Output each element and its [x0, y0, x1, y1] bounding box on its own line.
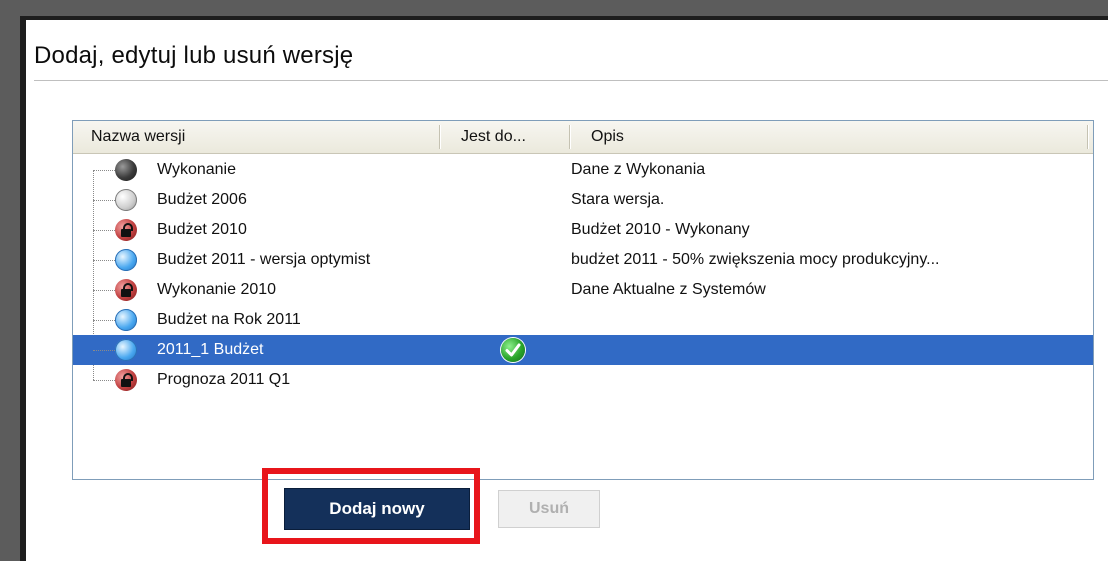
table-row[interactable]: Budżet 2010 Budżet 2010 - Wykonany — [73, 215, 1093, 245]
version-name: Budżet 2011 - wersja optymist — [157, 251, 371, 268]
table-row-selected[interactable]: 2011_1 Budżet — [73, 335, 1093, 365]
version-name: Wykonanie 2010 — [157, 281, 277, 298]
version-dialog-panel: Dodaj, edytuj lub usuń wersję Nazwa wers… — [20, 16, 1108, 561]
blue-ball-icon — [115, 309, 137, 331]
tree-branch — [93, 200, 115, 201]
locked-version-icon — [115, 219, 137, 241]
blue-ball-icon — [115, 249, 137, 271]
version-description: budżet 2011 - 50% zwiększenia mocy produ… — [571, 251, 940, 268]
table-row[interactable]: Wykonanie Dane z Wykonania — [73, 155, 1093, 185]
lock-icon — [121, 373, 133, 387]
lock-icon — [121, 223, 133, 237]
tree-branch — [93, 320, 115, 321]
version-name: Budżet 2006 — [157, 191, 247, 208]
screenshot-frame: Dodaj, edytuj lub usuń wersję Nazwa wers… — [0, 0, 1108, 561]
lock-icon — [121, 283, 133, 297]
version-description: Dane z Wykonania — [571, 161, 706, 178]
dark-ball-icon — [115, 159, 137, 181]
table-row[interactable]: Budżet na Rok 2011 — [73, 305, 1093, 335]
column-header-name[interactable]: Nazwa wersji — [91, 121, 436, 153]
version-description: Budżet 2010 - Wykonany — [571, 221, 750, 238]
version-description: Stara wersja. — [571, 191, 665, 208]
column-divider[interactable] — [1087, 125, 1088, 149]
table-row[interactable]: Prognoza 2011 Q1 — [73, 365, 1093, 395]
default-checkmark-icon — [501, 338, 525, 362]
blue-ball-icon — [115, 339, 137, 361]
version-description: Dane Aktualne z Systemów — [571, 281, 766, 298]
gray-ball-icon — [115, 189, 137, 211]
add-new-button[interactable]: Dodaj nowy — [284, 488, 470, 530]
column-header-description[interactable]: Opis — [591, 121, 1081, 153]
column-divider[interactable] — [439, 125, 440, 149]
version-name: Wykonanie — [157, 161, 237, 178]
tree-branch — [93, 260, 115, 261]
page-title: Dodaj, edytuj lub usuń wersję — [34, 42, 354, 69]
locked-version-icon — [115, 279, 137, 301]
tree-branch — [93, 170, 115, 171]
grid-header: Nazwa wersji Jest do... Opis — [73, 121, 1093, 154]
table-row[interactable]: Budżet 2006 Stara wersja. — [73, 185, 1093, 215]
column-header-default[interactable]: Jest do... — [461, 121, 565, 153]
version-name: 2011_1 Budżet — [157, 341, 264, 358]
tree-branch — [93, 380, 115, 381]
versions-grid: Nazwa wersji Jest do... Opis Wykonanie D… — [72, 120, 1094, 480]
window-top-edge — [0, 0, 1108, 16]
version-name: Budżet na Rok 2011 — [157, 311, 301, 328]
tree-branch — [93, 350, 115, 351]
remove-button[interactable]: Usuń — [498, 490, 600, 528]
tree-branch — [93, 230, 115, 231]
tree-branch — [93, 290, 115, 291]
table-row[interactable]: Budżet 2011 - wersja optymist budżet 201… — [73, 245, 1093, 275]
column-divider[interactable] — [569, 125, 570, 149]
version-name: Budżet 2010 — [157, 221, 247, 238]
version-name: Prognoza 2011 Q1 — [157, 371, 291, 388]
title-divider — [34, 80, 1108, 81]
table-row[interactable]: Wykonanie 2010 Dane Aktualne z Systemów — [73, 275, 1093, 305]
locked-version-icon — [115, 369, 137, 391]
